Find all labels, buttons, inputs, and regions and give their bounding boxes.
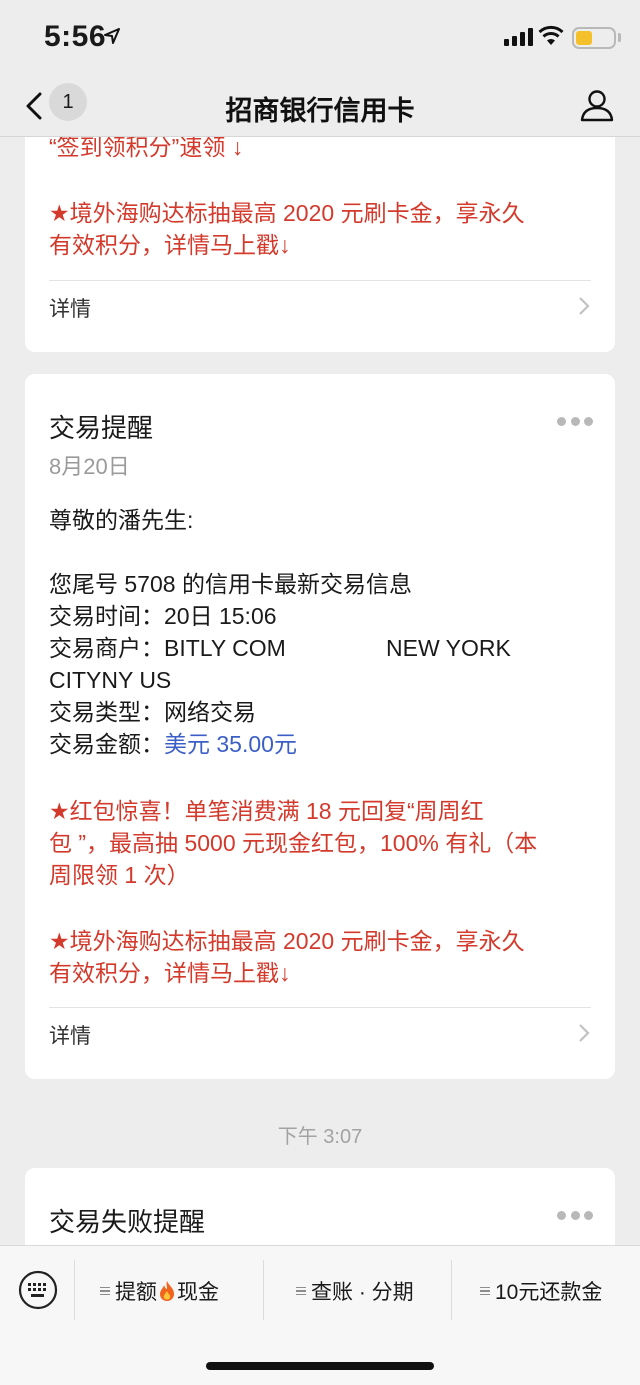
field-label: 交易商户： bbox=[49, 635, 164, 661]
status-bar: 5:56 bbox=[0, 0, 640, 76]
menu-label: 查账 · 分期 bbox=[311, 1281, 414, 1304]
detail-row[interactable]: 详情 bbox=[49, 280, 591, 330]
message-timestamp: 下午 3:07 bbox=[277, 1126, 363, 1148]
fire-icon bbox=[160, 1281, 174, 1301]
wifi-icon bbox=[538, 25, 564, 45]
promo-line: 包 ”，最高抽 5000 元现金红包，100% 有礼（本 bbox=[49, 830, 538, 856]
unread-badge[interactable]: 1 bbox=[49, 83, 87, 121]
field-label: 交易金额： bbox=[49, 731, 164, 757]
message-card: “签到领积分”速领 ↓ ★境外海购达标抽最高 2020 元刷卡金，享永久 有效积… bbox=[25, 137, 615, 352]
card-date: 8月20日 bbox=[49, 454, 130, 479]
detail-row[interactable]: 详情 bbox=[49, 1007, 591, 1057]
page-title: 招商银行信用卡 bbox=[225, 96, 415, 126]
menu-label: 10元还款金 bbox=[495, 1281, 603, 1304]
promo-line: 周限领 1 次） bbox=[49, 862, 190, 888]
menu-divider bbox=[263, 1260, 264, 1320]
menu-divider bbox=[74, 1260, 75, 1320]
chevron-right-icon bbox=[579, 1024, 590, 1042]
field-value: 网络交易 bbox=[164, 699, 256, 725]
field-label: 交易时间： bbox=[49, 603, 164, 629]
menu-lines-icon bbox=[480, 1285, 490, 1298]
status-time: 5:56 bbox=[44, 20, 107, 53]
signal-icon bbox=[504, 28, 533, 46]
more-dots-icon[interactable] bbox=[557, 417, 593, 427]
promo-line: ★境外海购达标抽最高 2020 元刷卡金，享永久 bbox=[49, 200, 525, 226]
transaction-merchant: 交易商户：BITLY COM NEW YORK bbox=[49, 632, 591, 664]
greeting: 尊敬的潘先生: bbox=[49, 507, 194, 533]
transaction-intro: 您尾号 5708 的信用卡最新交易信息 bbox=[49, 571, 412, 597]
promo-line: 有效积分，详情马上戳↓ bbox=[49, 960, 291, 986]
message-card: 交易失败提醒 bbox=[25, 1168, 615, 1245]
card-title: 交易失败提醒 bbox=[49, 1207, 206, 1237]
promo-line: ★红包惊喜！单笔消费满 18 元回复“周周红 bbox=[49, 798, 484, 824]
menu-lines-icon bbox=[100, 1285, 110, 1298]
menu-label: 现金 bbox=[177, 1281, 219, 1304]
bottom-menu: 提额 现金 查账 · 分期 10元还款金 bbox=[0, 1245, 640, 1385]
battery-tip bbox=[618, 33, 621, 42]
merchant-city: NEW YORK bbox=[386, 635, 511, 661]
menu-divider bbox=[451, 1260, 452, 1320]
promo-line: 有效积分，详情马上戳↓ bbox=[49, 232, 291, 258]
promo-line: “签到领积分”速领 ↓ bbox=[49, 137, 244, 160]
menu-lines-icon bbox=[296, 1285, 306, 1298]
battery-level bbox=[576, 31, 592, 45]
message-list[interactable]: “签到领积分”速领 ↓ ★境外海购达标抽最高 2020 元刷卡金，享永久 有效积… bbox=[0, 137, 640, 1245]
promo-line: ★境外海购达标抽最高 2020 元刷卡金，享永久 bbox=[49, 928, 525, 954]
detail-label: 详情 bbox=[49, 298, 91, 321]
field-value: BITLY COM bbox=[164, 635, 286, 661]
home-indicator[interactable] bbox=[206, 1362, 434, 1370]
card-title: 交易提醒 bbox=[49, 413, 154, 443]
menu-label: 提额 bbox=[115, 1281, 157, 1304]
merchant-line2: CITYNY US bbox=[49, 667, 172, 693]
detail-label: 详情 bbox=[49, 1025, 91, 1048]
chevron-right-icon bbox=[579, 297, 590, 315]
amount-value: 美元 35.00元 bbox=[164, 731, 297, 757]
battery-icon bbox=[572, 27, 616, 49]
menu-bills-installments[interactable]: 查账 · 分期 bbox=[296, 1274, 414, 1308]
nav-bar: 招商银行信用卡 bbox=[0, 76, 640, 136]
location-arrow-icon bbox=[104, 28, 120, 44]
keyboard-icon[interactable] bbox=[18, 1270, 58, 1310]
back-arrow-icon[interactable] bbox=[22, 86, 48, 126]
transaction-type: 交易类型：网络交易 bbox=[49, 696, 591, 728]
field-value: 20日 15:06 bbox=[164, 603, 277, 629]
transaction-time: 交易时间：20日 15:06 bbox=[49, 600, 591, 632]
menu-repayment-bonus[interactable]: 10元还款金 bbox=[480, 1274, 602, 1308]
transaction-amount: 交易金额：美元 35.00元 bbox=[49, 728, 591, 760]
menu-credit-cash[interactable]: 提额 现金 bbox=[100, 1274, 219, 1308]
more-dots-icon[interactable] bbox=[557, 1211, 593, 1221]
field-label: 交易类型： bbox=[49, 699, 164, 725]
message-card: 交易提醒 8月20日 尊敬的潘先生: 您尾号 5708 的信用卡最新交易信息 交… bbox=[25, 374, 615, 1079]
profile-icon[interactable] bbox=[578, 86, 616, 124]
